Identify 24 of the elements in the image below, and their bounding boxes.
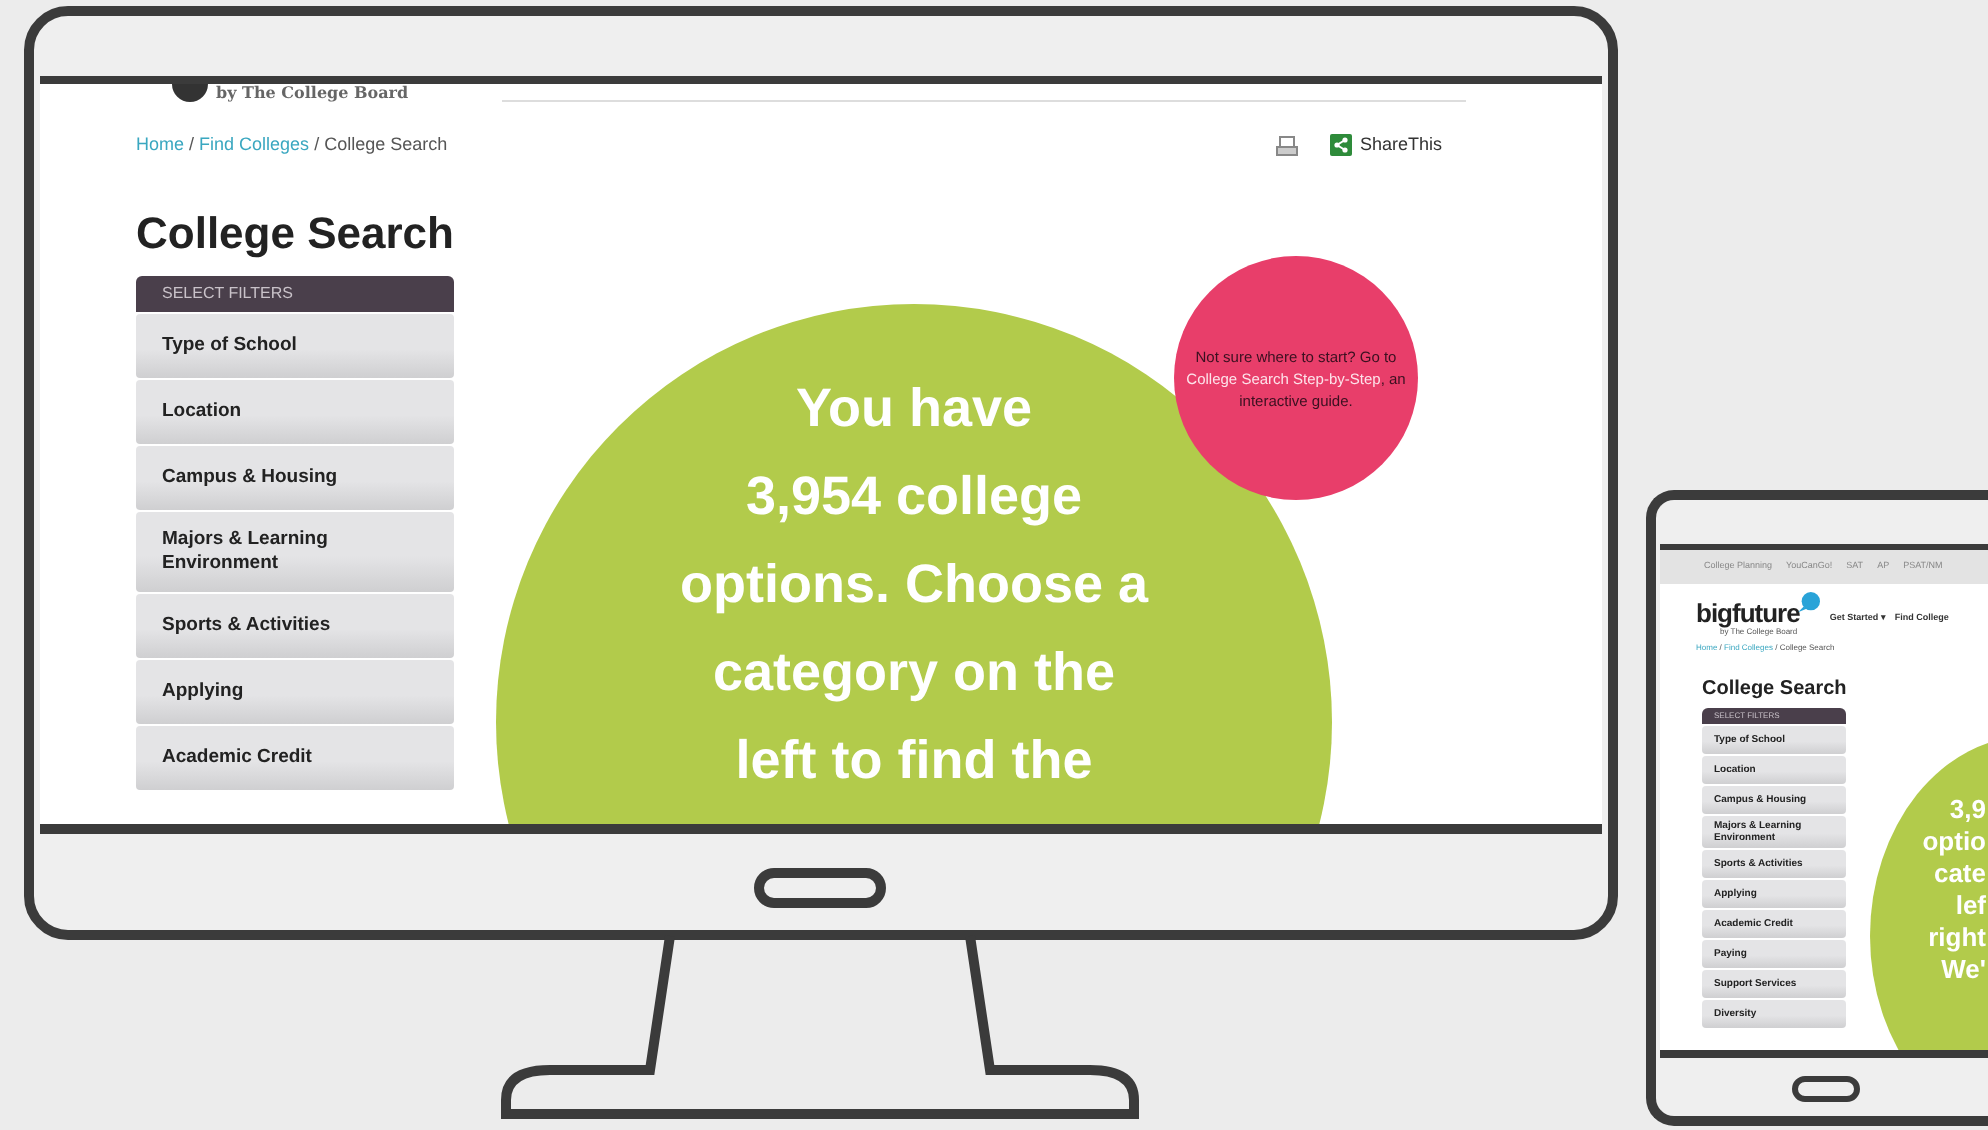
print-icon[interactable] [1275, 135, 1298, 156]
page-heading: College Search [136, 207, 456, 260]
filter-item[interactable]: Location [136, 379, 454, 444]
share-link[interactable]: ShareThis [1359, 132, 1442, 159]
filter-header: SELECT FILTERS [136, 275, 454, 312]
headline-text: You have 3,954 college options. Choose a category on the left to find the [680, 376, 1148, 794]
monitor-button-icon [754, 868, 886, 908]
bigfuture-logo[interactable]: bigfuture [1696, 600, 1800, 626]
logo-fragment-icon [172, 84, 208, 102]
speech-bubble-icon [1797, 592, 1820, 614]
page-heading: College Search [1702, 678, 1849, 702]
breadcrumb-separator: / [187, 134, 197, 154]
breadcrumb-current: College Search [324, 134, 448, 154]
tablet-button-icon [1792, 1076, 1860, 1102]
share-icon[interactable] [1329, 134, 1352, 157]
breadcrumb-separator: / [312, 134, 322, 154]
logo-tagline: by The College Board [216, 84, 409, 102]
filter-item[interactable]: Applying [136, 659, 454, 724]
filter-item[interactable]: Sports & Activities [136, 593, 454, 658]
filter-item[interactable]: Campus & Housing [136, 445, 454, 510]
filter-item[interactable]: Academic Credit [136, 725, 454, 790]
headline-text: 3,9 optio cate lef right We' [1922, 794, 1986, 986]
filter-item[interactable]: Majors & Learning Environment [136, 511, 454, 592]
filter-item[interactable]: Type of School [136, 313, 454, 378]
